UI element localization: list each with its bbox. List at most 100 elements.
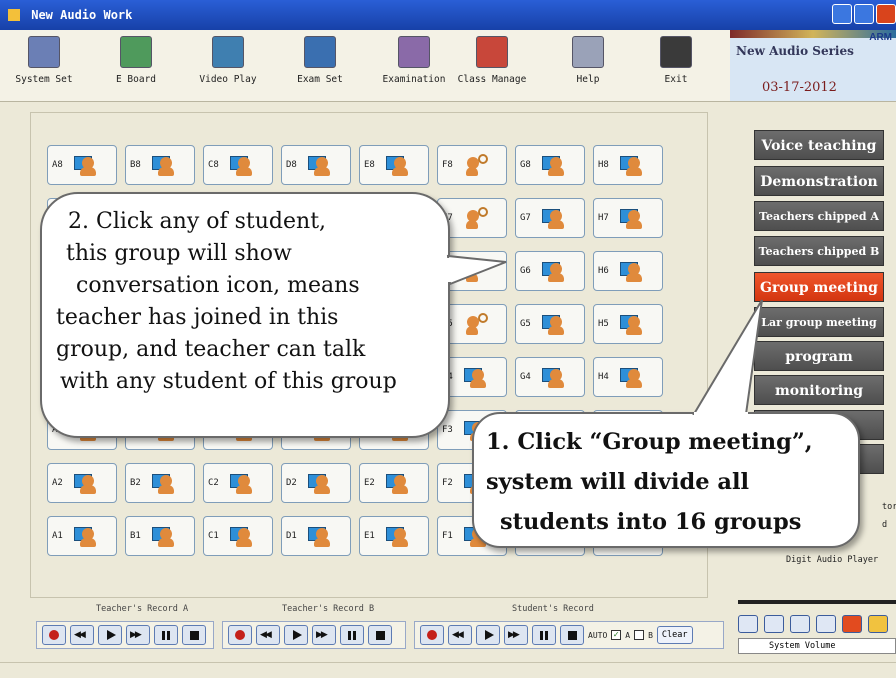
- sidebar-mode-button-5[interactable]: Group meeting: [754, 272, 884, 302]
- student-pause-button[interactable]: [532, 625, 556, 645]
- sidebar-mode-button-2[interactable]: Demonstration: [754, 166, 884, 196]
- clear-button[interactable]: Clear: [656, 626, 693, 644]
- app-icon: [8, 9, 20, 21]
- callout-line: teacher has joined in this: [56, 305, 339, 330]
- player-stop-button[interactable]: [842, 615, 862, 633]
- toolbar-label: System Set: [15, 74, 73, 85]
- sidebar-mode-button-3[interactable]: Teachers chipped A: [754, 201, 884, 231]
- student-seat-a1[interactable]: A1: [47, 516, 117, 556]
- student-computer-icon: [620, 313, 644, 335]
- minimize-button[interactable]: [832, 4, 852, 24]
- student-seat-f8[interactable]: F8: [437, 145, 507, 185]
- player-pause-button[interactable]: [790, 615, 810, 633]
- student-seat-b2[interactable]: B2: [125, 463, 195, 503]
- toolbar-examination-button[interactable]: Examination: [374, 36, 454, 85]
- seat-label: C2: [208, 478, 219, 488]
- seat-label: H4: [598, 372, 609, 382]
- record-b-play-button[interactable]: [284, 625, 308, 645]
- student-seat-c2[interactable]: C2: [203, 463, 273, 503]
- seat-label: E8: [364, 160, 375, 170]
- student-seat-d8[interactable]: D8: [281, 145, 351, 185]
- seat-label: A2: [52, 478, 63, 488]
- sidebar-mode-button-7[interactable]: program: [754, 341, 884, 371]
- sidebar-mode-button-6[interactable]: Lar group meeting: [754, 307, 884, 337]
- student-seat-a8[interactable]: A8: [47, 145, 117, 185]
- student-seat-e8[interactable]: E8: [359, 145, 429, 185]
- student-seat-d1[interactable]: D1: [281, 516, 351, 556]
- student-seat-a2[interactable]: A2: [47, 463, 117, 503]
- seat-label: H5: [598, 319, 609, 329]
- student-seat-g6[interactable]: G6: [515, 251, 585, 291]
- student-seat-g4[interactable]: G4: [515, 357, 585, 397]
- record-b-pause-button[interactable]: [340, 625, 364, 645]
- brand-logo: ARM: [869, 32, 892, 43]
- player-progress[interactable]: [738, 600, 896, 604]
- seat-label: E2: [364, 478, 375, 488]
- toolbar-label: Class Manage: [457, 74, 527, 85]
- student-seat-c1[interactable]: C1: [203, 516, 273, 556]
- student-seat-h5[interactable]: H5: [593, 304, 663, 344]
- toolbar-e-board-button[interactable]: E Board: [96, 36, 176, 85]
- player-rewind-button[interactable]: [816, 615, 836, 633]
- student-seat-h6[interactable]: H6: [593, 251, 663, 291]
- toolbar-video-play-button[interactable]: Video Play: [188, 36, 268, 85]
- student-computer-icon: [620, 207, 644, 229]
- sidebar-mode-button-8[interactable]: monitoring: [754, 375, 884, 405]
- seat-label: H8: [598, 160, 609, 170]
- student-seat-e1[interactable]: E1: [359, 516, 429, 556]
- partial-label-1: tor: [882, 502, 896, 512]
- toolbar-system-set-button[interactable]: System Set: [4, 36, 84, 85]
- student-seat-b1[interactable]: B1: [125, 516, 195, 556]
- player-play-button[interactable]: [738, 615, 758, 633]
- toolbar-exam-set-button[interactable]: Exam Set: [280, 36, 360, 85]
- student-seat-b8[interactable]: B8: [125, 145, 195, 185]
- toolbar-exit-button[interactable]: Exit: [636, 36, 716, 85]
- student-play-button[interactable]: [476, 625, 500, 645]
- student-seat-h4[interactable]: H4: [593, 357, 663, 397]
- student-record-button[interactable]: [420, 625, 444, 645]
- student-rewind-button[interactable]: [448, 625, 472, 645]
- student-seat-d2[interactable]: D2: [281, 463, 351, 503]
- toolbar-help-button[interactable]: Help: [548, 36, 628, 85]
- student-stop-button[interactable]: [560, 625, 584, 645]
- record-a-play-button[interactable]: [98, 625, 122, 645]
- record-a-record-button[interactable]: [42, 625, 66, 645]
- player-forward-button[interactable]: [764, 615, 784, 633]
- checkbox-a[interactable]: ✓: [611, 630, 622, 640]
- checkbox-b[interactable]: [634, 630, 645, 640]
- student-seat-g8[interactable]: G8: [515, 145, 585, 185]
- student-record-controls: AUTO ✓ A B Clear: [414, 621, 724, 649]
- record-b-forward-button[interactable]: [312, 625, 336, 645]
- close-button[interactable]: [876, 4, 896, 24]
- student-computer-icon: [542, 313, 566, 335]
- student-seat-g7[interactable]: G7: [515, 198, 585, 238]
- record-a-pause-button[interactable]: [154, 625, 178, 645]
- record-b-rewind-button[interactable]: [256, 625, 280, 645]
- student-seat-c8[interactable]: C8: [203, 145, 273, 185]
- student-seat-h8[interactable]: H8: [593, 145, 663, 185]
- record-b-stop-button[interactable]: [368, 625, 392, 645]
- student-forward-button[interactable]: [504, 625, 528, 645]
- student-seat-h7[interactable]: H7: [593, 198, 663, 238]
- brand-banner: ARM New Audio Series 03-17-2012: [730, 30, 896, 102]
- callout-right-tail: [692, 299, 763, 418]
- open-folder-icon[interactable]: [868, 615, 888, 633]
- maximize-button[interactable]: [854, 4, 874, 24]
- sidebar-mode-button-4[interactable]: Teachers chipped B: [754, 236, 884, 266]
- student-seat-g5[interactable]: G5: [515, 304, 585, 344]
- student-seat-e2[interactable]: E2: [359, 463, 429, 503]
- record-a-stop-button[interactable]: [182, 625, 206, 645]
- auto-label[interactable]: AUTO: [588, 631, 607, 640]
- seat-label: B1: [130, 531, 141, 541]
- toolbar-class-manage-button[interactable]: Class Manage: [452, 36, 532, 85]
- sidebar-mode-button-1[interactable]: Voice teaching: [754, 130, 884, 160]
- student-record-label: Student's Record: [512, 604, 594, 614]
- partial-label-2: d: [882, 520, 888, 530]
- toolbar-label: Exit: [664, 74, 688, 85]
- record-b-record-button[interactable]: [228, 625, 252, 645]
- volume-select[interactable]: System Volume: [738, 638, 896, 654]
- toolbar-label: Examination: [382, 74, 446, 85]
- record-a-forward-button[interactable]: [126, 625, 150, 645]
- student-computer-icon: [308, 472, 332, 494]
- record-a-rewind-button[interactable]: [70, 625, 94, 645]
